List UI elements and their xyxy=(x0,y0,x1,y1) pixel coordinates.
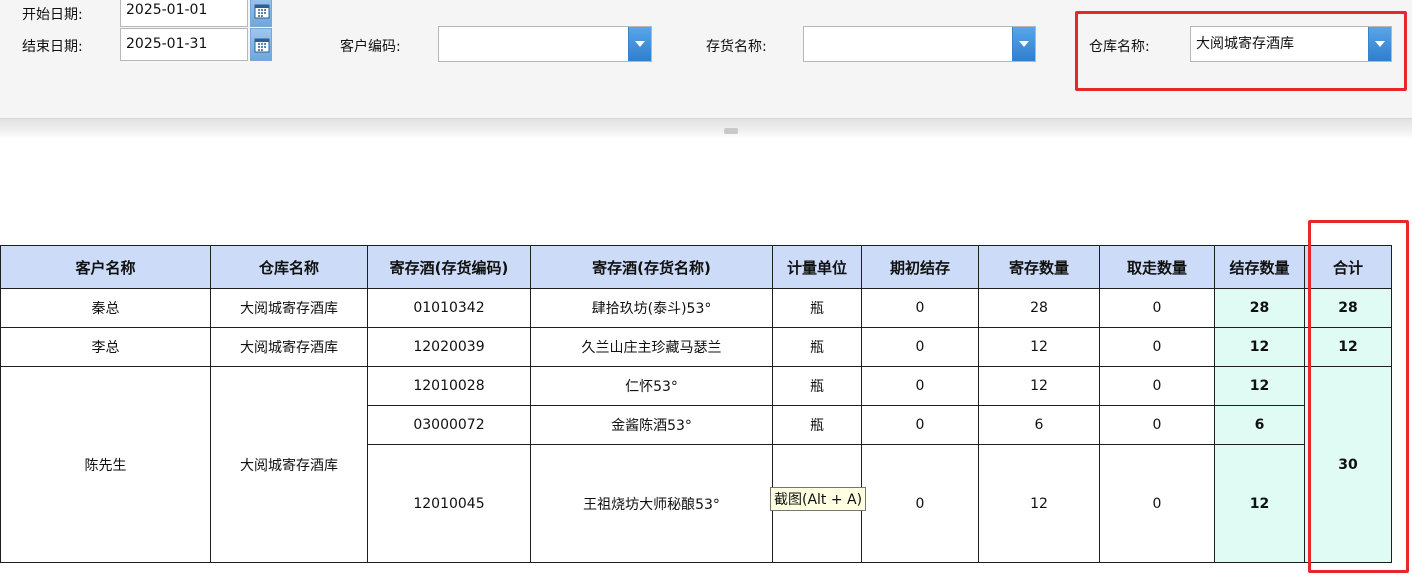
column-header-deposited[interactable]: 寄存数量 xyxy=(978,245,1100,289)
warehouse-cell: 大阅城寄存酒库 xyxy=(210,327,368,367)
taken-cell: 0 xyxy=(1099,366,1215,406)
customer-code-combobox[interactable] xyxy=(438,26,652,62)
warehouse-cell: 大阅城寄存酒库 xyxy=(210,288,368,328)
deposited-cell: 12 xyxy=(978,366,1100,406)
warehouse-cell: 大阅城寄存酒库 xyxy=(210,366,368,563)
item-name-cell: 王祖烧坊大师秘酿53° xyxy=(530,444,773,563)
end-date-label: 结束日期: xyxy=(22,39,83,55)
taken-cell: 0 xyxy=(1099,444,1215,563)
deposited-cell: 12 xyxy=(978,327,1100,367)
splitter-grip[interactable] xyxy=(724,128,738,134)
balance-cell: 12 xyxy=(1214,327,1305,367)
item-code-cell: 12010045 xyxy=(367,444,531,563)
column-header-customer[interactable]: 客户名称 xyxy=(0,245,211,289)
item-code-cell: 12010028 xyxy=(367,366,531,406)
opening-cell: 0 xyxy=(861,288,979,328)
opening-cell: 0 xyxy=(861,444,979,563)
item-code-cell: 03000072 xyxy=(367,405,531,445)
deposited-cell: 6 xyxy=(978,405,1100,445)
end-date-field[interactable]: 2025-01-31 xyxy=(120,28,248,61)
panel-splitter[interactable] xyxy=(0,118,1412,139)
balance-cell: 12 xyxy=(1214,444,1305,563)
calendar-icon xyxy=(254,4,270,19)
unit-cell: 瓶 xyxy=(772,288,862,328)
taken-cell: 0 xyxy=(1099,405,1215,445)
item-name-cell: 金酱陈酒53° xyxy=(530,405,773,445)
total-column-highlight xyxy=(1308,220,1409,573)
item-name-label: 存货名称: xyxy=(706,39,767,55)
item-name-dropdown-button[interactable] xyxy=(1012,27,1035,61)
calendar-icon xyxy=(254,38,270,53)
opening-cell: 0 xyxy=(861,405,979,445)
unit-cell: 瓶 xyxy=(772,405,862,445)
customer-cell: 秦总 xyxy=(0,288,211,328)
warehouse-filter-highlight xyxy=(1075,11,1407,91)
screenshot-tooltip: 截图(Alt + A) xyxy=(770,487,867,511)
end-date-calendar-button[interactable] xyxy=(250,28,272,61)
column-header-warehouse[interactable]: 仓库名称 xyxy=(210,245,368,289)
table-row[interactable]: 陈先生 大阅城寄存酒库 12010028 仁怀53° 瓶 0 12 0 12 3… xyxy=(0,366,1392,563)
unit-cell: 瓶 xyxy=(772,366,862,406)
chevron-down-icon xyxy=(635,41,645,47)
start-date-calendar-button[interactable] xyxy=(250,0,272,27)
balance-cell: 12 xyxy=(1214,366,1305,406)
start-date-field[interactable]: 2025-01-01 xyxy=(120,0,248,27)
item-code-cell: 01010342 xyxy=(367,288,531,328)
item-name-cell: 肆拾玖坊(泰斗)53° xyxy=(530,288,773,328)
item-name-combobox[interactable] xyxy=(803,26,1036,62)
chevron-down-icon xyxy=(1019,41,1029,47)
table-row[interactable]: 秦总 大阅城寄存酒库 01010342 肆拾玖坊(泰斗)53° 瓶 0 28 0… xyxy=(0,288,1392,328)
table-header-row: 客户名称 仓库名称 寄存酒(存货编码) 寄存酒(存货名称) 计量单位 期初结存 … xyxy=(0,245,1392,289)
opening-cell: 0 xyxy=(861,366,979,406)
column-header-unit[interactable]: 计量单位 xyxy=(772,245,862,289)
unit-cell: 瓶 xyxy=(772,327,862,367)
column-header-item-code[interactable]: 寄存酒(存货编码) xyxy=(367,245,531,289)
item-name-cell: 久兰山庄主珍藏马瑟兰 xyxy=(530,327,773,367)
balance-cell: 28 xyxy=(1214,288,1305,328)
column-header-balance[interactable]: 结存数量 xyxy=(1214,245,1305,289)
deposited-cell: 12 xyxy=(978,444,1100,563)
table-row[interactable]: 李总 大阅城寄存酒库 12020039 久兰山庄主珍藏马瑟兰 瓶 0 12 0 … xyxy=(0,327,1392,367)
taken-cell: 0 xyxy=(1099,288,1215,328)
column-header-item-name[interactable]: 寄存酒(存货名称) xyxy=(530,245,773,289)
taken-cell: 0 xyxy=(1099,327,1215,367)
opening-cell: 0 xyxy=(861,327,979,367)
item-code-cell: 12020039 xyxy=(367,327,531,367)
customer-cell: 李总 xyxy=(0,327,211,367)
customer-code-dropdown-button[interactable] xyxy=(628,27,651,61)
customer-code-label: 客户编码: xyxy=(340,39,401,55)
start-date-label: 开始日期: xyxy=(22,7,83,23)
deposit-report-table: 客户名称 仓库名称 寄存酒(存货编码) 寄存酒(存货名称) 计量单位 期初结存 … xyxy=(0,245,1392,563)
item-name-cell: 仁怀53° xyxy=(530,366,773,406)
column-header-opening[interactable]: 期初结存 xyxy=(861,245,979,289)
customer-cell: 陈先生 xyxy=(0,366,211,563)
column-header-taken[interactable]: 取走数量 xyxy=(1099,245,1215,289)
balance-cell: 6 xyxy=(1214,405,1305,445)
deposited-cell: 28 xyxy=(978,288,1100,328)
